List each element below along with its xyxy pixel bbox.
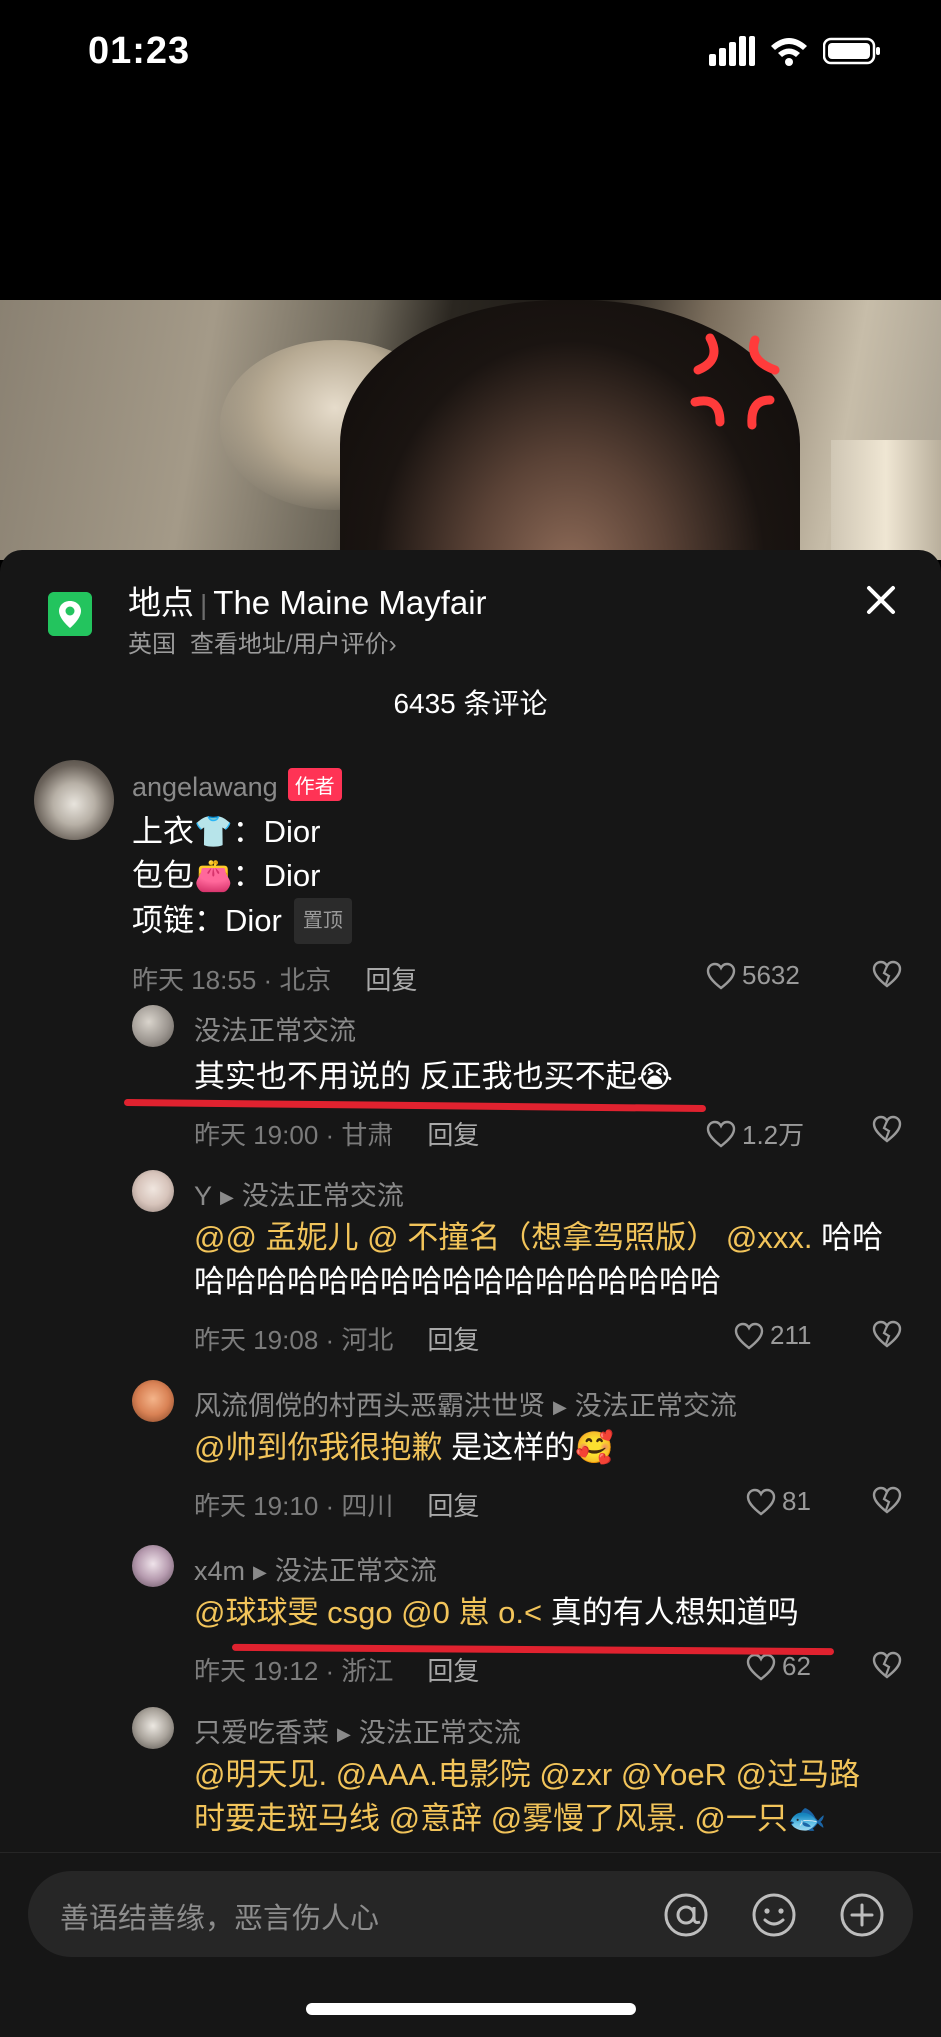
comment-meta: 昨天 19:00 · 甘肃 回复 — [194, 1120, 480, 1150]
chevron-right-icon: › — [388, 631, 397, 658]
heart-icon — [706, 962, 736, 990]
heart-icon — [746, 1653, 776, 1681]
mention[interactable]: 时要走斑马线 @意辞 @雾慢了风景. @一只🐟 — [194, 1797, 860, 1841]
video-pillar — [831, 440, 941, 560]
comment-meta: 昨天 19:08 · 河北 回复 — [194, 1325, 480, 1355]
reply-arrow-icon: ▶ — [253, 1562, 267, 1582]
comment-author[interactable]: 风流倜傥的村西头恶霸洪世贤 ▶ 没法正常交流 — [194, 1384, 737, 1423]
heart-icon — [746, 1488, 776, 1516]
angry-sticker-icon — [690, 333, 780, 430]
location-link[interactable]: 查看地址/用户评价 — [190, 631, 389, 658]
location-title[interactable]: 地点 | The Maine Mayfair — [128, 576, 487, 624]
close-icon[interactable] — [857, 576, 905, 624]
reply-button[interactable]: 回复 — [365, 965, 417, 995]
annotation-underline — [123, 1098, 707, 1113]
author-badge: 作者 — [287, 768, 342, 801]
comment-author[interactable]: angelawang 作者 — [132, 768, 342, 803]
comment-text[interactable]: @球球雯 csgo @0 崽 o.< 真的有人想知道吗 — [194, 1591, 799, 1635]
add-icon[interactable] — [838, 1891, 886, 1939]
heart-icon — [706, 1120, 736, 1148]
wifi-icon — [771, 38, 807, 66]
reply-arrow-icon: ▶ — [553, 1397, 567, 1417]
comment-text[interactable]: 上衣👕：Dior 包包👛：Dior 项链：Dior 置顶 — [132, 810, 352, 944]
like-button[interactable]: 81 — [746, 1486, 811, 1517]
like-button[interactable]: 211 — [734, 1320, 811, 1351]
comment-count: 6435 条评论 — [393, 688, 548, 719]
comment-author[interactable]: Y ▶ 没法正常交流 — [194, 1174, 404, 1213]
reply-button[interactable]: 回复 — [427, 1491, 479, 1521]
location-pin-icon[interactable] — [48, 592, 92, 636]
mention[interactable]: @帅到你我很抱歉 — [194, 1430, 442, 1465]
dislike-heart-icon[interactable] — [872, 1320, 902, 1348]
like-count: 1.2万 — [742, 1120, 805, 1150]
comment-input[interactable]: 善语结善缘，恶言伤人心 — [28, 1871, 913, 1957]
dislike-heart-icon[interactable] — [872, 1651, 902, 1679]
comment-input-placeholder: 善语结善缘，恶言伤人心 — [60, 1903, 380, 1935]
comment-text[interactable]: @明天见. @AAA.电影院 @zxr @YoeR @过马路 时要走斑马线 @意… — [194, 1753, 860, 1841]
like-count: 211 — [770, 1320, 812, 1350]
pinned-badge: 置顶 — [293, 898, 352, 944]
comment-author[interactable]: x4m ▶ 没法正常交流 — [194, 1549, 437, 1588]
like-count: 5632 — [742, 960, 800, 990]
emoji-icon[interactable] — [750, 1891, 798, 1939]
reply-button[interactable]: 回复 — [427, 1325, 479, 1355]
comment-input-bar: 善语结善缘，恶言伤人心 — [0, 1852, 941, 2037]
comment-meta: 昨天 19:10 · 四川 回复 — [194, 1491, 480, 1521]
location-name: The Maine Mayfair — [213, 584, 487, 621]
mention[interactable]: @球球雯 csgo @0 崽 o.< — [194, 1595, 542, 1630]
reply-arrow-icon: ▶ — [337, 1724, 351, 1744]
at-mention-icon[interactable] — [662, 1891, 710, 1939]
mention[interactable]: @明天见. @AAA.电影院 @zxr @YoeR @过马路 — [194, 1753, 860, 1797]
signal-icon — [709, 36, 755, 66]
dislike-heart-icon[interactable] — [872, 1115, 902, 1143]
dislike-heart-icon[interactable] — [872, 960, 902, 988]
heart-icon — [734, 1322, 764, 1350]
reply-button[interactable]: 回复 — [427, 1120, 479, 1150]
status-bar: 01:23 — [0, 0, 941, 110]
location-label: 地点 — [128, 584, 194, 621]
comment-author[interactable]: 只爱吃香菜 ▶ 没法正常交流 — [194, 1711, 521, 1750]
location-subtitle[interactable]: 英国 查看地址/用户评价› — [128, 624, 397, 659]
like-count: 81 — [782, 1486, 811, 1516]
status-icons — [709, 36, 881, 66]
like-button[interactable]: 62 — [746, 1651, 811, 1682]
avatar[interactable] — [132, 1170, 174, 1212]
home-indicator[interactable] — [306, 2003, 636, 2015]
comment-text[interactable]: @帅到你我很抱歉 是这样的🥰 — [194, 1426, 614, 1470]
avatar[interactable] — [132, 1380, 174, 1422]
reply-button[interactable]: 回复 — [427, 1656, 479, 1686]
avatar[interactable] — [34, 760, 114, 840]
avatar[interactable] — [132, 1545, 174, 1587]
like-button[interactable]: 5632 — [706, 960, 800, 991]
comment-text[interactable]: @@ 孟妮儿 @ 不撞名（想拿驾照版） @xxx. 哈哈 哈哈哈哈哈哈哈哈哈哈哈… — [194, 1216, 883, 1304]
mention[interactable]: @@ 孟妮儿 @ 不撞名（想拿驾照版） @xxx. — [194, 1220, 812, 1255]
battery-icon — [823, 37, 880, 65]
like-button[interactable]: 1.2万 — [706, 1115, 804, 1152]
avatar[interactable] — [132, 1707, 174, 1749]
comment-text[interactable]: 其实也不用说的 反正我也买不起😭 — [194, 1055, 673, 1099]
avatar[interactable] — [132, 1005, 174, 1047]
comment-meta: 昨天 18:55 · 北京 回复 — [132, 965, 418, 995]
comment-author[interactable]: 没法正常交流 — [194, 1009, 356, 1048]
status-time: 01:23 — [88, 30, 191, 72]
comment-meta: 昨天 19:12 · 浙江 回复 — [194, 1656, 480, 1686]
reply-arrow-icon: ▶ — [220, 1187, 234, 1207]
dislike-heart-icon[interactable] — [872, 1486, 902, 1514]
location-country: 英国 — [128, 631, 176, 658]
video-background[interactable] — [0, 300, 941, 560]
comment-panel: 地点 | The Maine Mayfair 英国 查看地址/用户评价› 6435 条… — [0, 550, 941, 2037]
like-count: 62 — [782, 1651, 811, 1681]
